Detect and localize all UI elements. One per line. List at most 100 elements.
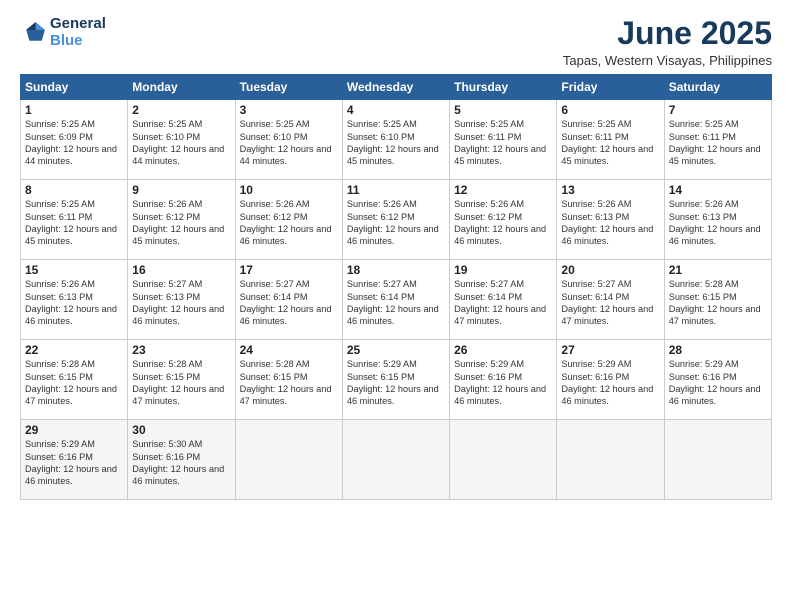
calendar-cell [235,420,342,500]
weekday-header-wednesday: Wednesday [342,75,449,100]
weekday-header-thursday: Thursday [450,75,557,100]
day-number: 7 [669,103,767,117]
logo-icon [20,19,48,47]
day-info: Sunrise: 5:29 AMSunset: 6:16 PMDaylight:… [25,438,123,488]
day-info: Sunrise: 5:25 AMSunset: 6:11 PMDaylight:… [25,198,123,248]
calendar-cell: 25Sunrise: 5:29 AMSunset: 6:15 PMDayligh… [342,340,449,420]
day-info: Sunrise: 5:27 AMSunset: 6:14 PMDaylight:… [347,278,445,328]
calendar-cell: 21Sunrise: 5:28 AMSunset: 6:15 PMDayligh… [664,260,771,340]
day-number: 18 [347,263,445,277]
day-number: 3 [240,103,338,117]
calendar-cell: 20Sunrise: 5:27 AMSunset: 6:14 PMDayligh… [557,260,664,340]
month-year: June 2025 [563,16,772,51]
calendar-cell: 12Sunrise: 5:26 AMSunset: 6:12 PMDayligh… [450,180,557,260]
day-number: 23 [132,343,230,357]
calendar-cell: 18Sunrise: 5:27 AMSunset: 6:14 PMDayligh… [342,260,449,340]
week-row-4: 22Sunrise: 5:28 AMSunset: 6:15 PMDayligh… [21,340,772,420]
day-info: Sunrise: 5:29 AMSunset: 6:15 PMDaylight:… [347,358,445,408]
logo-line2: Blue [50,32,83,49]
day-number: 15 [25,263,123,277]
title-block: June 2025 Tapas, Western Visayas, Philip… [563,16,772,68]
week-row-1: 1Sunrise: 5:25 AMSunset: 6:09 PMDaylight… [21,100,772,180]
day-info: Sunrise: 5:25 AMSunset: 6:10 PMDaylight:… [347,118,445,168]
calendar-cell: 7Sunrise: 5:25 AMSunset: 6:11 PMDaylight… [664,100,771,180]
day-info: Sunrise: 5:26 AMSunset: 6:13 PMDaylight:… [25,278,123,328]
day-number: 12 [454,183,552,197]
calendar-cell: 17Sunrise: 5:27 AMSunset: 6:14 PMDayligh… [235,260,342,340]
calendar-cell: 28Sunrise: 5:29 AMSunset: 6:16 PMDayligh… [664,340,771,420]
calendar-cell: 30Sunrise: 5:30 AMSunset: 6:16 PMDayligh… [128,420,235,500]
page: General Blue June 2025 Tapas, Western Vi… [0,0,792,612]
day-info: Sunrise: 5:26 AMSunset: 6:12 PMDaylight:… [240,198,338,248]
week-row-5: 29Sunrise: 5:29 AMSunset: 6:16 PMDayligh… [21,420,772,500]
day-number: 17 [240,263,338,277]
day-number: 4 [347,103,445,117]
calendar: SundayMondayTuesdayWednesdayThursdayFrid… [20,74,772,500]
day-info: Sunrise: 5:25 AMSunset: 6:09 PMDaylight:… [25,118,123,168]
calendar-cell [664,420,771,500]
calendar-cell: 11Sunrise: 5:26 AMSunset: 6:12 PMDayligh… [342,180,449,260]
day-number: 20 [561,263,659,277]
day-number: 22 [25,343,123,357]
day-info: Sunrise: 5:25 AMSunset: 6:11 PMDaylight:… [561,118,659,168]
day-info: Sunrise: 5:25 AMSunset: 6:11 PMDaylight:… [454,118,552,168]
day-number: 5 [454,103,552,117]
calendar-cell: 1Sunrise: 5:25 AMSunset: 6:09 PMDaylight… [21,100,128,180]
day-info: Sunrise: 5:27 AMSunset: 6:13 PMDaylight:… [132,278,230,328]
calendar-cell: 19Sunrise: 5:27 AMSunset: 6:14 PMDayligh… [450,260,557,340]
calendar-cell: 3Sunrise: 5:25 AMSunset: 6:10 PMDaylight… [235,100,342,180]
day-info: Sunrise: 5:25 AMSunset: 6:11 PMDaylight:… [669,118,767,168]
day-info: Sunrise: 5:28 AMSunset: 6:15 PMDaylight:… [25,358,123,408]
day-info: Sunrise: 5:27 AMSunset: 6:14 PMDaylight:… [561,278,659,328]
logo-text: General Blue [50,16,106,49]
day-number: 28 [669,343,767,357]
day-info: Sunrise: 5:28 AMSunset: 6:15 PMDaylight:… [240,358,338,408]
calendar-cell: 8Sunrise: 5:25 AMSunset: 6:11 PMDaylight… [21,180,128,260]
weekday-header-sunday: Sunday [21,75,128,100]
weekday-header-row: SundayMondayTuesdayWednesdayThursdayFrid… [21,75,772,100]
day-number: 13 [561,183,659,197]
day-number: 11 [347,183,445,197]
day-number: 30 [132,423,230,437]
day-info: Sunrise: 5:28 AMSunset: 6:15 PMDaylight:… [669,278,767,328]
day-info: Sunrise: 5:27 AMSunset: 6:14 PMDaylight:… [240,278,338,328]
day-info: Sunrise: 5:25 AMSunset: 6:10 PMDaylight:… [132,118,230,168]
calendar-cell: 10Sunrise: 5:26 AMSunset: 6:12 PMDayligh… [235,180,342,260]
day-number: 2 [132,103,230,117]
day-info: Sunrise: 5:26 AMSunset: 6:13 PMDaylight:… [669,198,767,248]
calendar-cell: 23Sunrise: 5:28 AMSunset: 6:15 PMDayligh… [128,340,235,420]
day-number: 21 [669,263,767,277]
day-number: 14 [669,183,767,197]
day-number: 25 [347,343,445,357]
calendar-cell: 14Sunrise: 5:26 AMSunset: 6:13 PMDayligh… [664,180,771,260]
calendar-cell: 29Sunrise: 5:29 AMSunset: 6:16 PMDayligh… [21,420,128,500]
day-number: 16 [132,263,230,277]
weekday-header-monday: Monday [128,75,235,100]
day-number: 1 [25,103,123,117]
calendar-cell: 4Sunrise: 5:25 AMSunset: 6:10 PMDaylight… [342,100,449,180]
day-info: Sunrise: 5:26 AMSunset: 6:12 PMDaylight:… [132,198,230,248]
calendar-cell: 27Sunrise: 5:29 AMSunset: 6:16 PMDayligh… [557,340,664,420]
calendar-cell: 24Sunrise: 5:28 AMSunset: 6:15 PMDayligh… [235,340,342,420]
logo-line1: General [50,16,106,33]
day-info: Sunrise: 5:28 AMSunset: 6:15 PMDaylight:… [132,358,230,408]
day-number: 29 [25,423,123,437]
calendar-cell: 5Sunrise: 5:25 AMSunset: 6:11 PMDaylight… [450,100,557,180]
day-info: Sunrise: 5:27 AMSunset: 6:14 PMDaylight:… [454,278,552,328]
day-number: 9 [132,183,230,197]
header: General Blue June 2025 Tapas, Western Vi… [20,16,772,68]
day-number: 10 [240,183,338,197]
day-number: 27 [561,343,659,357]
day-number: 6 [561,103,659,117]
calendar-cell: 6Sunrise: 5:25 AMSunset: 6:11 PMDaylight… [557,100,664,180]
calendar-cell: 15Sunrise: 5:26 AMSunset: 6:13 PMDayligh… [21,260,128,340]
day-info: Sunrise: 5:30 AMSunset: 6:16 PMDaylight:… [132,438,230,488]
weekday-header-saturday: Saturday [664,75,771,100]
day-number: 24 [240,343,338,357]
calendar-cell: 22Sunrise: 5:28 AMSunset: 6:15 PMDayligh… [21,340,128,420]
calendar-cell: 16Sunrise: 5:27 AMSunset: 6:13 PMDayligh… [128,260,235,340]
day-info: Sunrise: 5:26 AMSunset: 6:13 PMDaylight:… [561,198,659,248]
day-number: 26 [454,343,552,357]
day-info: Sunrise: 5:29 AMSunset: 6:16 PMDaylight:… [454,358,552,408]
location: Tapas, Western Visayas, Philippines [563,53,772,68]
